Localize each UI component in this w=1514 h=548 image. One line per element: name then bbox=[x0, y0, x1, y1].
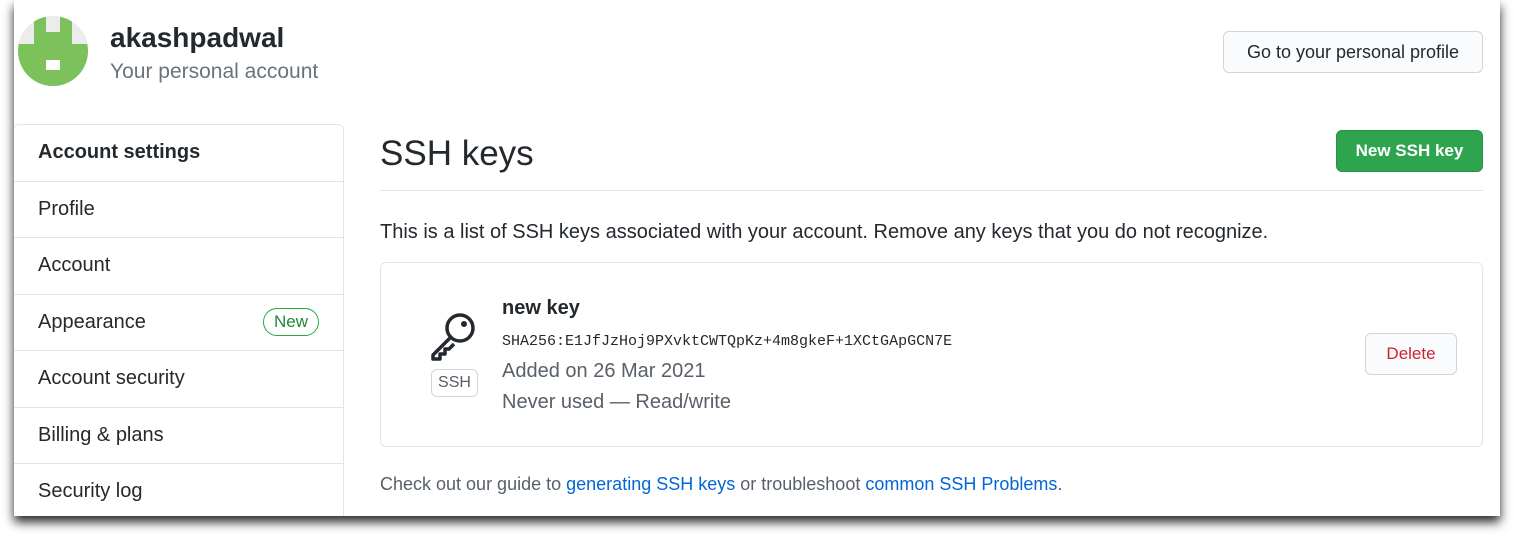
sidebar-item-profile[interactable]: Profile bbox=[14, 182, 343, 238]
new-badge: New bbox=[262, 308, 319, 337]
delete-key-button[interactable]: Delete bbox=[1365, 333, 1457, 375]
settings-sidebar: Account settings Profile Account Appeara… bbox=[14, 124, 344, 516]
common-ssh-problems-link[interactable]: common SSH Problems bbox=[865, 474, 1057, 494]
help-note: Check out our guide to generating SSH ke… bbox=[380, 474, 1062, 495]
key-title: new key bbox=[502, 297, 580, 319]
key-icon bbox=[431, 313, 475, 361]
page-title: SSH keys bbox=[380, 134, 534, 173]
new-ssh-key-button[interactable]: New SSH key bbox=[1336, 130, 1483, 172]
help-note-suffix: . bbox=[1057, 474, 1063, 494]
ssh-label-badge: SSH bbox=[431, 369, 478, 397]
sidebar-item-label: Profile bbox=[38, 197, 95, 220]
avatar[interactable] bbox=[18, 16, 88, 86]
generating-ssh-keys-link[interactable]: generating SSH keys bbox=[566, 474, 735, 494]
sidebar-item-account[interactable]: Account bbox=[14, 238, 343, 295]
go-to-profile-button[interactable]: Go to your personal profile bbox=[1223, 31, 1483, 73]
sidebar-item-label: Billing & plans bbox=[38, 423, 164, 446]
settings-window: akashpadwal Your personal account Go to … bbox=[14, 0, 1500, 516]
sidebar-item-label: Security log bbox=[38, 480, 143, 503]
sidebar-item-label: Account bbox=[38, 254, 111, 277]
divider bbox=[380, 190, 1483, 191]
sidebar-item-label: Account security bbox=[38, 367, 185, 390]
help-note-prefix: Check out our guide to bbox=[380, 474, 562, 494]
sidebar-item-billing[interactable]: Billing & plans bbox=[14, 408, 343, 464]
page-description: This is a list of SSH keys associated wi… bbox=[380, 221, 1269, 243]
username: akashpadwal bbox=[110, 22, 285, 53]
key-fingerprint: SHA256:E1JfJzHoj9PXvktCWTQpKz+4m8gkeF+1X… bbox=[502, 333, 953, 350]
sidebar-item-security-log[interactable]: Security log bbox=[14, 464, 343, 516]
sidebar-item-label: Appearance bbox=[38, 310, 146, 333]
account-subtitle: Your personal account bbox=[110, 60, 319, 83]
sidebar-item-appearance[interactable]: Appearance New bbox=[14, 295, 343, 351]
help-note-middle: or troubleshoot bbox=[740, 474, 861, 494]
sidebar-item-account-security[interactable]: Account security bbox=[14, 351, 343, 408]
ssh-key-list-item: SSH new key SHA256:E1JfJzHoj9PXvktCWTQpK… bbox=[380, 262, 1483, 447]
identicon-icon bbox=[18, 16, 88, 86]
key-usage: Never used — Read/write bbox=[502, 391, 731, 413]
key-added-date: Added on 26 Mar 2021 bbox=[502, 360, 706, 382]
sidebar-heading: Account settings bbox=[14, 125, 343, 182]
